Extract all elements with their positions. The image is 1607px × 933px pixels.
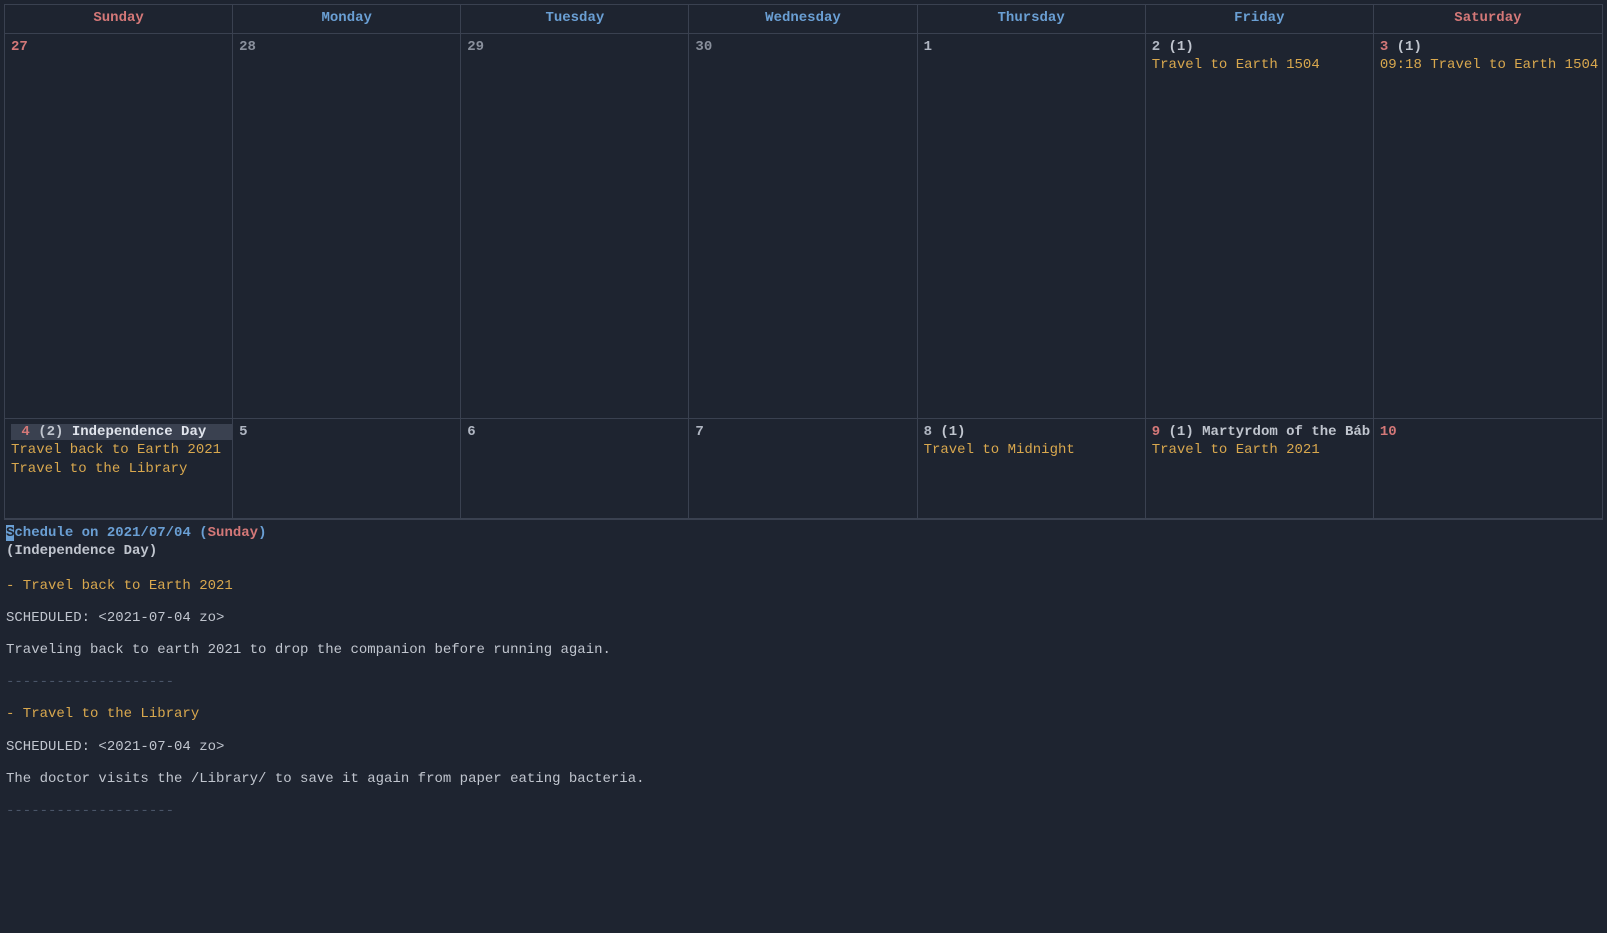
day-cell-thu-8[interactable]: 8 (1) Travel to Midnight xyxy=(918,419,1146,519)
header-saturday: Saturday xyxy=(1374,5,1602,33)
day-header: 9 (1) Martyrdom of the Báb xyxy=(1152,423,1367,441)
day-number: 2 xyxy=(1152,39,1160,55)
day-number: 10 xyxy=(1380,424,1397,440)
day-cell-sat-10[interactable]: 10 xyxy=(1374,419,1602,519)
event-item[interactable]: Travel back to Earth 2021 xyxy=(11,441,226,459)
day-number: 28 xyxy=(239,39,256,55)
schedule-item-title[interactable]: - Travel to the Library xyxy=(6,705,1601,723)
day-cell-fri-9[interactable]: 9 (1) Martyrdom of the Báb Travel to Ear… xyxy=(1146,419,1374,519)
week-row-1: 27 28 29 30 1 2 (1) Travel to Earth 1504… xyxy=(5,34,1602,419)
day-number: 29 xyxy=(467,39,484,55)
day-cell-sat-3[interactable]: 3 (1) 09:18 Travel to Earth 1504 xyxy=(1374,34,1602,419)
header-thursday: Thursday xyxy=(918,5,1146,33)
day-number: 5 xyxy=(239,424,247,440)
schedule-item-body: The doctor visits the /Library/ to save … xyxy=(6,770,1601,788)
day-cell-sun-4[interactable]: 4 (2) Independence Day Travel back to Ea… xyxy=(5,419,233,519)
day-number: 3 xyxy=(1380,39,1388,55)
day-cell-tue-29[interactable]: 29 xyxy=(461,34,689,419)
schedule-dayname: Sunday xyxy=(208,525,258,541)
event-item[interactable]: Travel to Earth 2021 xyxy=(1152,441,1367,459)
calendar-grid: Sunday Monday Tuesday Wednesday Thursday… xyxy=(4,4,1603,520)
schedule-item-title[interactable]: - Travel back to Earth 2021 xyxy=(6,577,1601,595)
day-number: 27 xyxy=(11,39,28,55)
day-cell-mon-5[interactable]: 5 xyxy=(233,419,461,519)
event-count: (1) xyxy=(940,424,965,440)
day-number: 7 xyxy=(695,424,703,440)
header-monday: Monday xyxy=(233,5,461,33)
day-header: 2 (1) xyxy=(1152,38,1367,56)
day-number: 6 xyxy=(467,424,475,440)
schedule-divider: -------------------- xyxy=(6,802,1601,820)
day-cell-fri-2[interactable]: 2 (1) Travel to Earth 1504 xyxy=(1146,34,1374,419)
day-cell-tue-6[interactable]: 6 xyxy=(461,419,689,519)
schedule-item-scheduled: SCHEDULED: <2021-07-04 zo> xyxy=(6,738,1601,756)
event-count: (2) xyxy=(38,424,63,440)
day-header: 4 (2) Independence Day xyxy=(11,423,226,441)
event-item[interactable]: Travel to the Library xyxy=(11,460,226,478)
event-count: (1) xyxy=(1397,39,1422,55)
holiday-name: Martyrdom of the Báb xyxy=(1202,424,1370,440)
day-header: 3 (1) xyxy=(1380,38,1596,56)
schedule-panel: Schedule on 2021/07/04 (Sunday) (Indepen… xyxy=(4,524,1603,820)
day-number: 8 xyxy=(924,424,932,440)
day-number: 4 xyxy=(21,424,29,440)
day-cell-thu-1[interactable]: 1 xyxy=(918,34,1146,419)
day-header: 8 (1) xyxy=(924,423,1139,441)
day-cell-wed-7[interactable]: 7 xyxy=(689,419,917,519)
day-cell-wed-30[interactable]: 30 xyxy=(689,34,917,419)
day-number: 30 xyxy=(695,39,712,55)
event-count: (1) xyxy=(1169,424,1194,440)
schedule-holiday: (Independence Day) xyxy=(6,542,1601,560)
week-row-2: 4 (2) Independence Day Travel back to Ea… xyxy=(5,419,1602,519)
schedule-item-body: Traveling back to earth 2021 to drop the… xyxy=(6,641,1601,659)
event-item[interactable]: 09:18 Travel to Earth 1504 xyxy=(1380,56,1596,74)
schedule-body: - Travel back to Earth 2021 SCHEDULED: <… xyxy=(6,563,1601,821)
header-friday: Friday xyxy=(1146,5,1374,33)
day-number: 1 xyxy=(924,39,932,55)
schedule-title: Schedule on 2021/07/04 (Sunday) xyxy=(6,524,1601,542)
schedule-divider: -------------------- xyxy=(6,673,1601,691)
day-cell-sun-27[interactable]: 27 xyxy=(5,34,233,419)
day-cell-mon-28[interactable]: 28 xyxy=(233,34,461,419)
event-item[interactable]: Travel to Earth 1504 xyxy=(1152,56,1367,74)
header-tuesday: Tuesday xyxy=(461,5,689,33)
holiday-name: Independence Day xyxy=(72,424,206,440)
header-wednesday: Wednesday xyxy=(689,5,917,33)
header-sunday: Sunday xyxy=(5,5,233,33)
schedule-item-scheduled: SCHEDULED: <2021-07-04 zo> xyxy=(6,609,1601,627)
event-item[interactable]: Travel to Midnight xyxy=(924,441,1139,459)
day-number: 9 xyxy=(1152,424,1160,440)
calendar-header-row: Sunday Monday Tuesday Wednesday Thursday… xyxy=(5,5,1602,34)
event-count: (1) xyxy=(1169,39,1194,55)
